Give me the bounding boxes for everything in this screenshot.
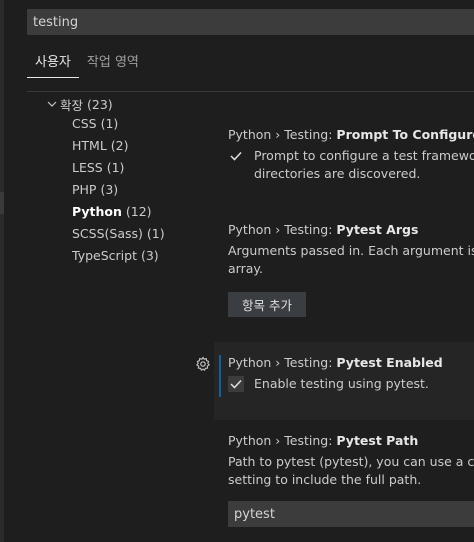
tabs-divider: [27, 91, 474, 92]
pytest-path-value: pytest: [234, 506, 275, 522]
search-input-value: testing: [33, 14, 79, 30]
toc-group-extensions[interactable]: 확장 (23): [44, 95, 214, 113]
toc-item-count: (3): [140, 248, 159, 263]
toc-item-name: TypeScript: [72, 248, 137, 263]
toc-item-name: CSS: [72, 116, 97, 131]
settings-toc: 확장 (23) CSS (1) HTML (2) LESS (1) PHP (3…: [44, 95, 214, 267]
toc-item-python[interactable]: Python (12): [44, 201, 214, 223]
checkmark-icon[interactable]: [228, 148, 244, 164]
settings-scope-tabs: 사용자 작업 영역: [27, 45, 147, 78]
toc-item-count: (1): [146, 226, 165, 241]
setting-category: Python › Testing:: [228, 355, 337, 370]
toc-item-count: (3): [100, 182, 119, 197]
checkmark-icon[interactable]: [228, 376, 244, 392]
toc-item-count: (2): [110, 138, 129, 153]
setting-category: Python › Testing:: [228, 433, 337, 448]
toc-item-name: LESS: [72, 160, 103, 175]
setting-description: Enable testing using pytest.: [254, 376, 429, 391]
setting-description: setting to include the full path.: [228, 472, 422, 487]
setting-title: Python › Testing: Prompt To Configure: [228, 127, 474, 142]
left-edge-accent: [0, 192, 4, 214]
setting-name: Pytest Args: [336, 222, 419, 237]
setting-checkbox-row: Enable testing using pytest.: [228, 375, 474, 393]
setting-description: array.: [228, 261, 263, 276]
setting-category: Python › Testing:: [228, 127, 337, 142]
tab-workspace[interactable]: 작업 영역: [79, 45, 147, 77]
toc-item-less[interactable]: LESS (1): [44, 157, 214, 179]
setting-description: Arguments passed in. Each argument is a …: [228, 243, 474, 258]
toc-group-label: 확장: [60, 97, 84, 113]
chevron-down-icon: [44, 95, 60, 113]
setting-pytest-args: Python › Testing: Pytest Args Arguments …: [214, 222, 474, 317]
setting-name: Prompt To Configure: [336, 127, 474, 142]
toc-item-css[interactable]: CSS (1): [44, 113, 214, 135]
toc-item-html[interactable]: HTML (2): [44, 135, 214, 157]
setting-category: Python › Testing:: [228, 222, 337, 237]
toc-item-name: Python: [72, 204, 122, 219]
left-edge-strip: [0, 0, 4, 542]
gear-icon[interactable]: [195, 356, 211, 372]
setting-prompt-to-configure: Python › Testing: Prompt To Configure Pr…: [214, 127, 474, 183]
toc-item-scss[interactable]: SCSS(Sass) (1): [44, 223, 214, 245]
focus-indicator: [219, 355, 221, 397]
setting-title: Python › Testing: Pytest Enabled: [228, 355, 474, 370]
setting-title: Python › Testing: Pytest Path: [228, 433, 474, 448]
add-item-button[interactable]: 항목 추가: [228, 292, 306, 317]
setting-title: Python › Testing: Pytest Args: [228, 222, 474, 237]
setting-description: Path to pytest (pytest), you can use a c…: [228, 454, 474, 469]
toc-item-name: SCSS(Sass): [72, 226, 143, 241]
setting-name: Pytest Enabled: [336, 355, 443, 370]
setting-pytest-enabled: Python › Testing: Pytest Enabled Enable …: [214, 342, 474, 420]
toc-group-count: (23): [87, 96, 113, 112]
setting-name: Pytest Path: [336, 433, 419, 448]
settings-search-input[interactable]: testing: [27, 9, 474, 35]
toc-item-count: (1): [100, 116, 119, 131]
toc-item-name: HTML: [72, 138, 107, 153]
setting-pytest-path: Python › Testing: Pytest Path Path to py…: [214, 420, 474, 542]
tab-user[interactable]: 사용자: [27, 45, 79, 78]
setting-checkbox-row: Prompt to configure a test framework dir…: [228, 147, 474, 183]
toc-item-typescript[interactable]: TypeScript (3): [44, 245, 214, 267]
toc-item-php[interactable]: PHP (3): [44, 179, 214, 201]
setting-description: Prompt to configure a test framework: [254, 148, 474, 163]
toc-item-name: PHP: [72, 182, 97, 197]
pytest-path-input[interactable]: pytest: [228, 501, 474, 527]
toc-item-count: (12): [125, 204, 152, 219]
setting-description: directories are discovered.: [254, 166, 421, 181]
toc-item-count: (1): [106, 160, 125, 175]
